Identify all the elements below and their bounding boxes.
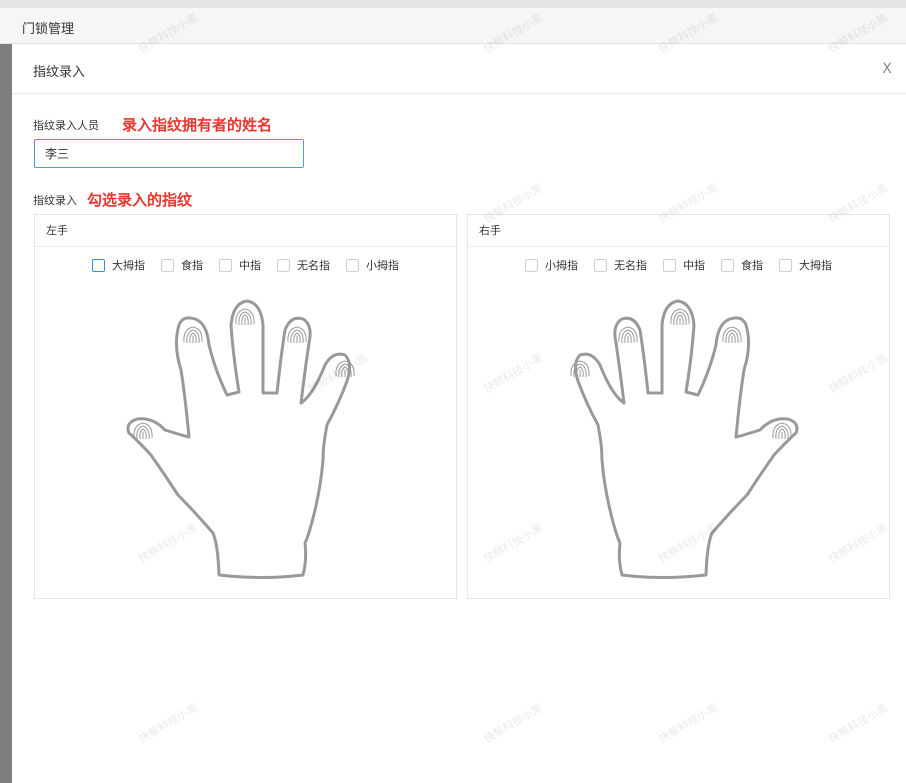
- finger-label: 小拇指: [366, 259, 399, 272]
- right-finger-option-index[interactable]: 食指: [721, 257, 763, 273]
- right-finger-option-middle[interactable]: 中指: [663, 257, 705, 273]
- finger-label: 无名指: [614, 259, 647, 272]
- close-icon[interactable]: X: [878, 60, 896, 78]
- right-finger-option-ring[interactable]: 无名指: [594, 257, 647, 273]
- left-hand-icon: [126, 299, 355, 579]
- right-finger-options: 小拇指 无名指 中指 食指 大拇指: [468, 257, 889, 273]
- finger-label: 食指: [181, 259, 203, 272]
- person-hint: 录入指纹拥有者的姓名: [122, 116, 273, 134]
- person-label: 指纹录入人员: [33, 119, 99, 132]
- right-finger-option-thumb[interactable]: 大拇指: [779, 257, 832, 273]
- dialog-header: 指纹录入 X: [12, 44, 906, 94]
- finger-label: 无名指: [297, 259, 330, 272]
- left-finger-option-middle[interactable]: 中指: [219, 257, 261, 273]
- finger-label: 中指: [239, 259, 261, 272]
- modal-backdrop: [0, 44, 12, 783]
- enroll-hint: 勾选录入的指纹: [87, 191, 193, 209]
- checkbox[interactable]: [92, 258, 105, 272]
- finger-label: 大拇指: [112, 259, 145, 272]
- enroll-label: 指纹录入: [33, 194, 77, 207]
- checkbox[interactable]: [525, 258, 538, 272]
- finger-label: 小拇指: [545, 259, 578, 272]
- checkbox[interactable]: [277, 258, 290, 272]
- top-strip: [0, 0, 906, 8]
- checkbox[interactable]: [779, 258, 792, 272]
- fingerprint-dialog: 指纹录入 X 指纹录入人员 录入指纹拥有者的姓名 指纹录入 勾选录入的指纹 左手…: [12, 44, 906, 783]
- person-name-input[interactable]: [34, 139, 304, 168]
- right-hand-title: 右手: [468, 215, 889, 247]
- left-finger-options: 大拇指 食指 中指 无名指 小拇指: [35, 257, 456, 273]
- page-header: 门锁管理: [0, 8, 906, 44]
- left-hand-panel: 左手 大拇指 食指 中指 无名指 小拇指: [34, 214, 457, 599]
- right-hand-panel: 右手 小拇指 无名指 中指 食指 大拇指: [467, 214, 890, 599]
- finger-label: 食指: [741, 259, 763, 272]
- left-finger-option-little[interactable]: 小拇指: [346, 257, 399, 273]
- checkbox[interactable]: [663, 258, 676, 272]
- right-hand-icon: [570, 299, 799, 579]
- checkbox[interactable]: [346, 258, 359, 272]
- checkbox[interactable]: [161, 258, 174, 272]
- checkbox[interactable]: [219, 258, 232, 272]
- right-finger-option-little[interactable]: 小拇指: [525, 257, 578, 273]
- left-finger-option-thumb[interactable]: 大拇指: [92, 257, 145, 273]
- checkbox[interactable]: [594, 258, 607, 272]
- checkbox[interactable]: [721, 258, 734, 272]
- page-title: 门锁管理: [22, 22, 75, 37]
- dialog-title: 指纹录入: [33, 65, 86, 80]
- left-finger-option-index[interactable]: 食指: [161, 257, 203, 273]
- left-hand-title: 左手: [35, 215, 456, 247]
- left-finger-option-ring[interactable]: 无名指: [277, 257, 330, 273]
- finger-label: 中指: [683, 259, 705, 272]
- finger-label: 大拇指: [799, 259, 832, 272]
